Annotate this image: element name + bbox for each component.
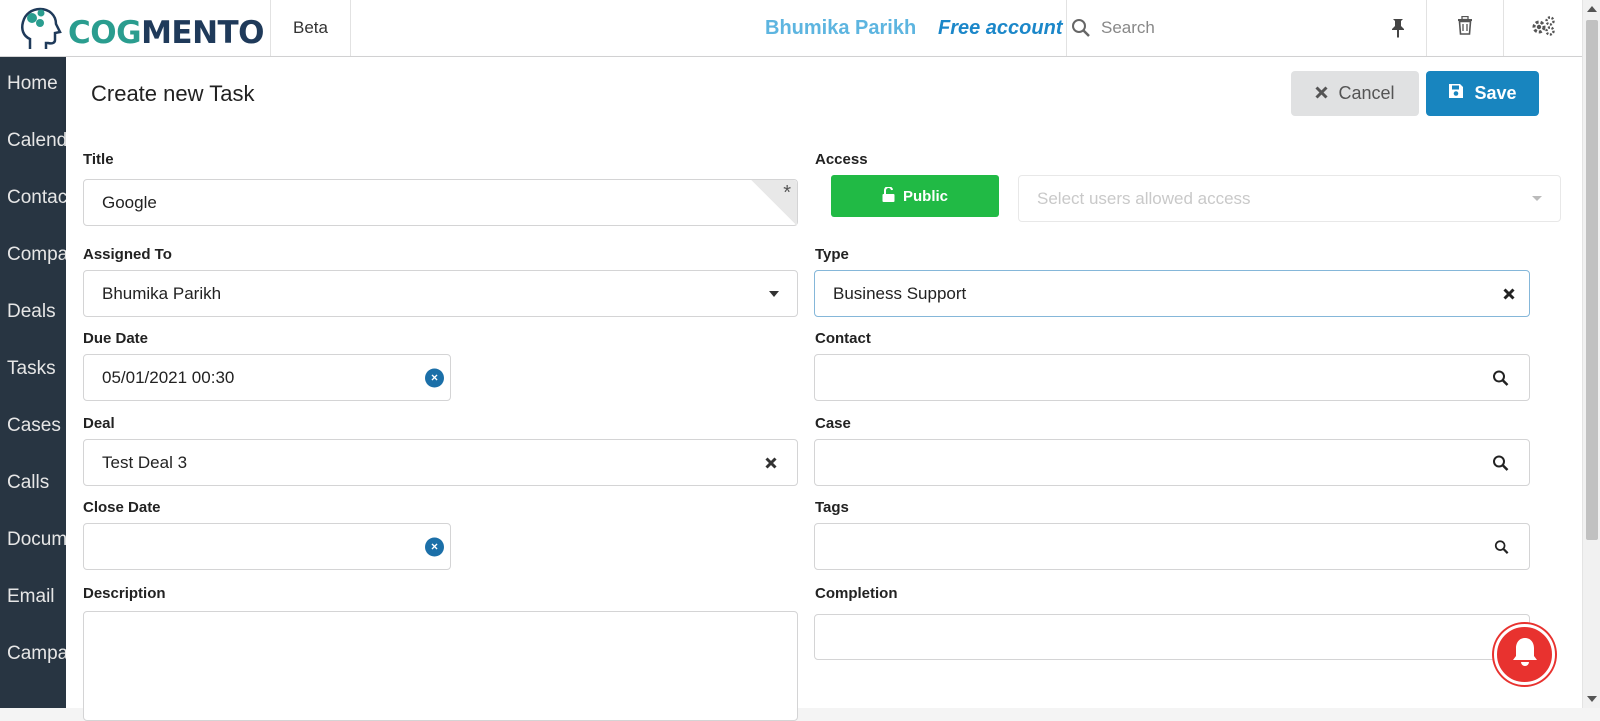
- page-header: Create new Task Cancel Save: [66, 57, 1582, 132]
- search-icon[interactable]: [1494, 539, 1509, 554]
- access-label: Access: [815, 151, 868, 168]
- sidebar: Home Calendar Contacts Companies Deals T…: [0, 57, 66, 708]
- type-dropdown[interactable]: Business Support: [814, 270, 1530, 317]
- save-button[interactable]: Save: [1426, 71, 1539, 116]
- sidebar-item-email[interactable]: Email: [7, 586, 55, 608]
- title-label: Title: [83, 151, 114, 168]
- account-type[interactable]: Free account: [938, 17, 1062, 40]
- clear-type-icon[interactable]: [1503, 287, 1515, 300]
- title-input[interactable]: Google *: [83, 179, 798, 226]
- scrollbar-thumb[interactable]: [1586, 20, 1598, 540]
- top-bar: COGMENTO Beta Bhumika Parikh Free accoun…: [0, 0, 1582, 57]
- gears-icon: [1530, 15, 1556, 41]
- trash-button[interactable]: [1426, 0, 1502, 56]
- search-box: [1066, 0, 1426, 56]
- deal-label: Deal: [83, 415, 115, 432]
- bell-icon: [1510, 636, 1540, 673]
- scroll-down-icon[interactable]: [1587, 696, 1597, 702]
- user-name[interactable]: Bhumika Parikh: [765, 17, 916, 40]
- sidebar-item-documents[interactable]: Documents: [7, 529, 66, 551]
- unlock-icon: [882, 185, 895, 206]
- asterisk-icon: *: [783, 182, 791, 204]
- description-textarea[interactable]: [83, 611, 798, 721]
- assigned-to-value: Bhumika Parikh: [102, 283, 222, 303]
- type-value: Business Support: [833, 283, 967, 303]
- chevron-down-icon: [769, 290, 779, 297]
- search-input[interactable]: [1101, 14, 1371, 42]
- trash-icon: [1457, 15, 1473, 40]
- logo-text-mento: MENTO: [141, 15, 265, 51]
- case-label: Case: [815, 415, 851, 432]
- settings-button[interactable]: [1503, 0, 1581, 56]
- sidebar-item-companies[interactable]: Companies: [7, 244, 66, 266]
- task-form: Title Google * Access Public Select user…: [66, 132, 1582, 721]
- type-label: Type: [815, 246, 849, 263]
- search-icon[interactable]: [1492, 369, 1509, 386]
- clear-close-date-icon[interactable]: ×: [425, 537, 444, 556]
- scroll-up-icon[interactable]: [1587, 6, 1597, 12]
- close-icon: [1315, 83, 1329, 104]
- sidebar-item-tasks[interactable]: Tasks: [7, 358, 56, 380]
- title-value: Google: [102, 192, 157, 212]
- assigned-to-label: Assigned To: [83, 246, 172, 263]
- clear-deal-icon[interactable]: [765, 456, 777, 469]
- cancel-button[interactable]: Cancel: [1291, 71, 1419, 116]
- contact-search-input[interactable]: [814, 354, 1530, 401]
- completion-label: Completion: [815, 585, 898, 602]
- cancel-label: Cancel: [1338, 83, 1395, 103]
- close-date-label: Close Date: [83, 499, 161, 516]
- public-label: Public: [902, 187, 948, 205]
- assigned-to-dropdown[interactable]: Bhumika Parikh: [83, 270, 798, 317]
- close-date-input[interactable]: ×: [83, 523, 451, 570]
- page-title: Create new Task: [91, 81, 255, 106]
- tags-search-input[interactable]: [814, 523, 1530, 570]
- deal-value: Test Deal 3: [102, 452, 188, 472]
- sidebar-item-deals[interactable]: Deals: [7, 301, 56, 323]
- beta-label: Beta: [270, 0, 351, 56]
- sidebar-item-calls[interactable]: Calls: [7, 472, 49, 494]
- due-date-label: Due Date: [83, 330, 149, 347]
- sidebar-item-campaigns[interactable]: Campaigns: [7, 643, 66, 665]
- due-date-value: 05/01/2021 00:30: [102, 367, 235, 387]
- sidebar-item-calendar[interactable]: Calendar: [7, 130, 66, 152]
- sidebar-item-contacts[interactable]: Contacts: [7, 187, 66, 209]
- search-icon: [1071, 18, 1091, 43]
- due-date-input[interactable]: 05/01/2021 00:30 ×: [83, 354, 451, 401]
- sidebar-item-home[interactable]: Home: [7, 73, 58, 95]
- save-icon: [1448, 83, 1464, 104]
- clear-due-date-icon[interactable]: ×: [425, 368, 444, 387]
- save-label: Save: [1474, 83, 1517, 103]
- logo-head-icon: [21, 7, 62, 49]
- page-scrollbar[interactable]: [1582, 0, 1600, 708]
- sidebar-item-cases[interactable]: Cases: [7, 415, 61, 437]
- description-label: Description: [83, 585, 166, 602]
- public-access-button[interactable]: Public: [831, 175, 999, 217]
- case-search-input[interactable]: [814, 439, 1530, 486]
- select-users-placeholder: Select users allowed access: [1037, 188, 1251, 208]
- tags-label: Tags: [815, 499, 849, 516]
- contact-label: Contact: [815, 330, 871, 347]
- pin-icon[interactable]: [1390, 18, 1406, 43]
- chevron-down-icon: [1532, 196, 1542, 201]
- required-indicator: *: [751, 180, 797, 226]
- notification-button[interactable]: [1494, 624, 1555, 685]
- select-users-dropdown[interactable]: Select users allowed access: [1018, 175, 1561, 222]
- completion-input[interactable]: [814, 614, 1530, 660]
- logo-text-cog: COG: [68, 15, 142, 51]
- cogmento-logo[interactable]: COGMENTO: [18, 5, 268, 51]
- search-icon[interactable]: [1492, 454, 1509, 471]
- deal-dropdown[interactable]: Test Deal 3: [83, 439, 798, 486]
